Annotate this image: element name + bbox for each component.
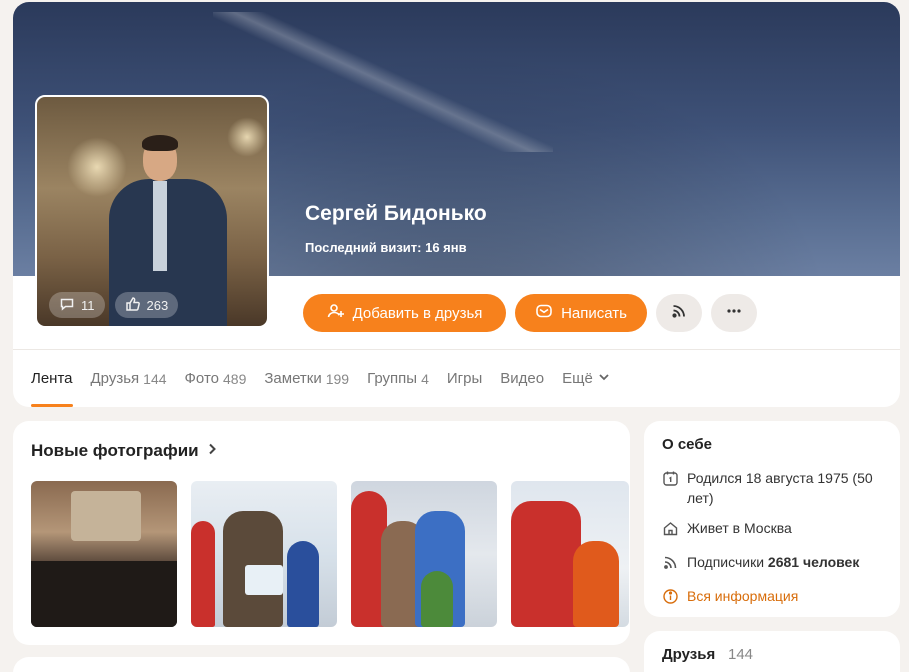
photo-thumbnail[interactable]: [191, 481, 337, 627]
info-icon: [662, 586, 679, 610]
about-birthday: Родился 18 августа 1975 (50 лет): [662, 468, 890, 508]
calendar-icon: [662, 468, 679, 508]
profile-tabs: Лента Друзья 144 Фото 489 Заметки 199 Гр…: [31, 350, 611, 407]
tab-feed[interactable]: Лента: [31, 350, 73, 407]
friends-card: Друзья 144: [644, 631, 900, 672]
tab-friends[interactable]: Друзья 144: [91, 350, 167, 407]
about-card: О себе Родился 18 августа 1975 (50 лет) …: [644, 421, 900, 617]
add-friend-label: Добавить в друзья: [352, 304, 483, 322]
write-label: Написать: [561, 304, 627, 322]
all-info-label: Вся информация: [687, 588, 799, 604]
avatar-comments-count: 11: [81, 297, 95, 313]
photo-thumbnail[interactable]: [351, 481, 497, 627]
next-card: [13, 657, 630, 672]
about-location: Живет в Москва: [662, 518, 890, 542]
tab-groups-count: 4: [421, 370, 429, 387]
tab-video[interactable]: Видео: [500, 350, 544, 407]
subscribe-button[interactable]: [656, 294, 702, 332]
avatar-likes-pill[interactable]: 263: [114, 292, 179, 318]
photos-row: [31, 481, 629, 627]
friends-title[interactable]: Друзья: [662, 646, 715, 663]
city-link[interactable]: Москва: [744, 520, 792, 536]
tab-more[interactable]: Ещё: [562, 350, 611, 407]
rss-icon: [670, 302, 688, 324]
tab-notes-count: 199: [325, 370, 350, 387]
home-icon: [662, 518, 679, 542]
chevron-down-icon: [597, 370, 611, 388]
mail-icon: [535, 302, 553, 324]
photo-thumbnail[interactable]: [511, 481, 629, 627]
comment-icon: [59, 296, 75, 315]
profile-actions: Добавить в друзья Написать: [303, 294, 757, 332]
all-info-link[interactable]: Вся информация: [662, 586, 890, 610]
chevron-right-icon: [205, 441, 219, 461]
add-user-icon: [327, 302, 345, 324]
tab-photos-count: 489: [223, 370, 247, 387]
photo-thumbnail[interactable]: [31, 481, 177, 627]
new-photos-card: Новые фотографии: [13, 421, 630, 645]
profile-name: Сергей Бидонько: [305, 202, 487, 225]
thumbs-up-icon: [125, 296, 141, 315]
avatar-comments-pill[interactable]: 11: [49, 292, 105, 318]
add-friend-button[interactable]: Добавить в друзья: [303, 294, 506, 332]
write-message-button[interactable]: Написать: [515, 294, 647, 332]
tab-groups[interactable]: Группы 4: [367, 350, 429, 407]
avatar-likes-count: 263: [146, 297, 169, 313]
more-button[interactable]: [711, 294, 757, 332]
profile-card: 11 263 Сергей Бидонько Последний визит: …: [13, 2, 900, 407]
last-visit: Последний визит: 16 янв: [305, 240, 467, 255]
about-title: О себе: [662, 436, 712, 453]
avatar[interactable]: 11 263: [35, 95, 269, 328]
about-list: Родился 18 августа 1975 (50 лет) Живет в…: [662, 468, 890, 620]
tab-photos[interactable]: Фото 489: [185, 350, 247, 407]
avatar-stats: 11 263: [49, 292, 179, 318]
tab-notes[interactable]: Заметки 199: [264, 350, 349, 407]
about-subscribers[interactable]: Подписчики 2681 человек: [662, 552, 890, 576]
tab-friends-count: 144: [143, 370, 167, 387]
friends-count: 144: [728, 646, 754, 663]
new-photos-title[interactable]: Новые фотографии: [31, 441, 219, 461]
subscribers-count: 2681 человек: [767, 554, 860, 570]
tab-games[interactable]: Игры: [447, 350, 482, 407]
rss-icon: [662, 552, 679, 576]
more-dots-icon: [725, 302, 743, 324]
